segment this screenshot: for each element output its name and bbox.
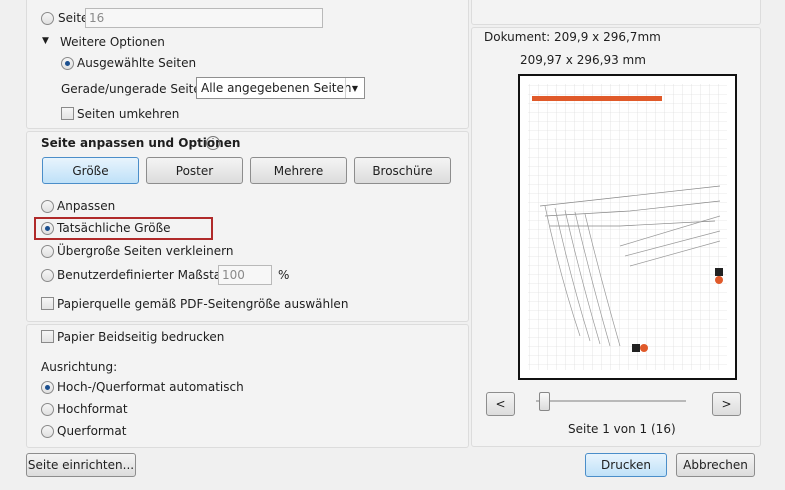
orientation-portrait-radio[interactable] xyxy=(41,403,54,416)
shrink-label: Übergroße Seiten verkleinern xyxy=(57,244,234,258)
page-setup-label: Seite einrichten... xyxy=(27,458,135,472)
print-label: Drucken xyxy=(601,458,651,472)
prev-page-button[interactable]: < xyxy=(486,392,515,416)
fit-radio[interactable] xyxy=(41,200,54,213)
reverse-pages-label: Seiten umkehren xyxy=(77,107,180,121)
booklet-button[interactable]: Broschüre xyxy=(354,157,451,184)
size-button[interactable]: Größe xyxy=(42,157,139,184)
zoom-slider-track[interactable] xyxy=(536,400,686,402)
triangle-down-icon[interactable]: ▼ xyxy=(42,36,49,46)
scale-input[interactable]: 100 xyxy=(218,265,272,285)
duplex-checkbox[interactable] xyxy=(41,330,54,343)
shrink-radio[interactable] xyxy=(41,245,54,258)
duplex-label: Papier Beidseitig bedrucken xyxy=(57,330,225,344)
orientation-landscape-label: Querformat xyxy=(57,424,127,438)
poster-button-label: Poster xyxy=(175,163,214,178)
selected-pages-label: Ausgewählte Seiten xyxy=(77,56,197,70)
orientation-auto-radio[interactable] xyxy=(41,381,54,394)
cancel-label: Abbrechen xyxy=(683,458,748,472)
pattern-preview-image xyxy=(528,84,727,370)
even-odd-select[interactable]: Alle angegebenen Seiten ▼ xyxy=(196,77,365,99)
zoom-slider-handle[interactable] xyxy=(539,392,550,411)
document-size: Dokument: 209,9 x 296,7mm xyxy=(484,30,661,44)
paper-source-label: Papierquelle gemäß PDF-Seitengröße auswä… xyxy=(57,297,349,311)
pages-input[interactable]: 16 xyxy=(85,8,323,28)
page-preview xyxy=(518,74,737,380)
even-odd-label: Gerade/ungerade Seiten: xyxy=(61,82,213,96)
dropdown-arrow-icon: ▼ xyxy=(345,78,364,98)
page-info: Seite 1 von 1 (16) xyxy=(568,422,676,436)
top-right-panel xyxy=(471,0,761,25)
orientation-title: Ausrichtung: xyxy=(41,360,118,374)
custom-scale-radio[interactable] xyxy=(41,269,54,282)
custom-scale-label: Benutzerdefinierter Maßstab: xyxy=(57,268,233,282)
size-button-label: Größe xyxy=(72,163,109,178)
multiple-button-label: Mehrere xyxy=(273,163,324,178)
orientation-portrait-label: Hochformat xyxy=(57,402,128,416)
next-page-label: > xyxy=(721,397,732,411)
multiple-button[interactable]: Mehrere xyxy=(250,157,347,184)
prev-page-label: < xyxy=(495,397,506,411)
orientation-landscape-radio[interactable] xyxy=(41,425,54,438)
paper-source-checkbox[interactable] xyxy=(41,297,54,310)
reverse-pages-checkbox[interactable] xyxy=(61,107,74,120)
booklet-button-label: Broschüre xyxy=(372,163,433,178)
paper-size: 209,97 x 296,93 mm xyxy=(520,53,646,67)
more-options-label[interactable]: Weitere Optionen xyxy=(60,35,165,49)
print-button[interactable]: Drucken xyxy=(585,453,667,477)
pages-radio[interactable] xyxy=(41,12,54,25)
scale-unit: % xyxy=(278,268,290,282)
next-page-button[interactable]: > xyxy=(712,392,741,416)
cancel-button[interactable]: Abbrechen xyxy=(676,453,755,477)
info-icon[interactable]: i xyxy=(206,136,220,150)
even-odd-value: Alle angegebenen Seiten xyxy=(201,81,352,95)
actual-size-radio[interactable] xyxy=(41,222,54,235)
orientation-auto-label: Hoch-/Querformat automatisch xyxy=(57,380,244,394)
actual-size-label: Tatsächliche Größe xyxy=(57,221,171,235)
poster-button[interactable]: Poster xyxy=(146,157,243,184)
selected-pages-radio[interactable] xyxy=(61,57,74,70)
fit-label: Anpassen xyxy=(57,199,116,213)
page-setup-button[interactable]: Seite einrichten... xyxy=(26,453,136,477)
